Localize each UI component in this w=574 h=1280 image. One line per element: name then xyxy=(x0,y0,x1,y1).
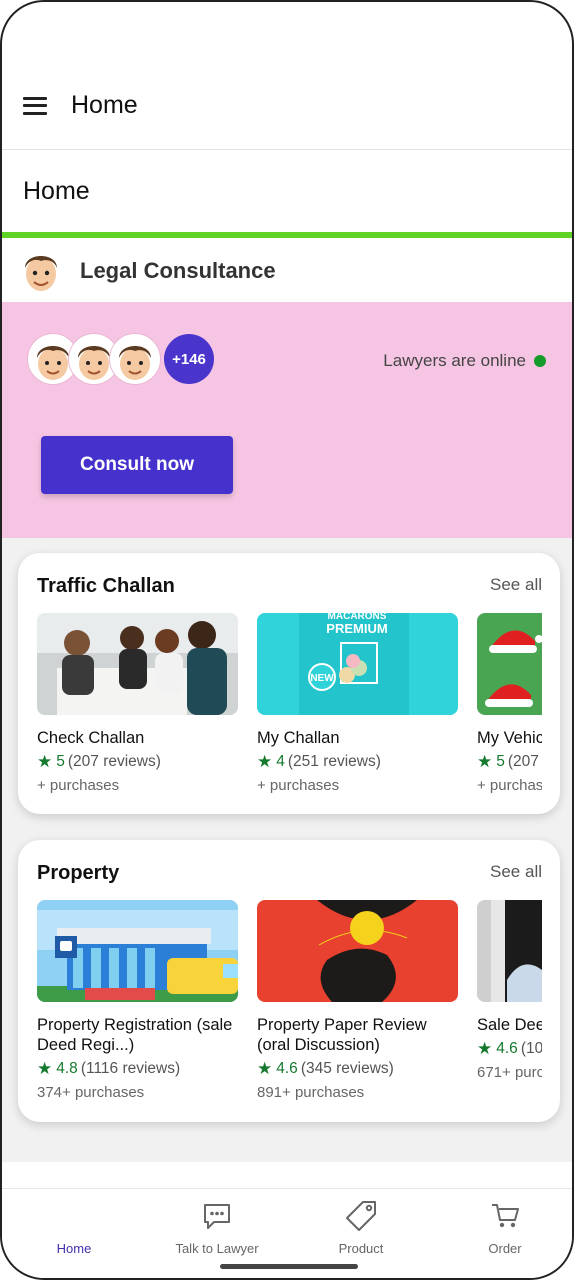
product-rating: ★5(207 reviews) xyxy=(37,752,161,771)
phone-frame: Home Home Legal Consultance +146 Lawyers… xyxy=(0,0,574,1280)
hamburger-menu-icon[interactable] xyxy=(23,96,47,115)
product-name: My Challan xyxy=(257,729,340,747)
section-title: Traffic Challan xyxy=(37,575,175,597)
page-heading: Home xyxy=(23,176,90,205)
product-purchases: 671+ purc xyxy=(477,1064,542,1081)
product-rating: ★5(207 reviews) xyxy=(477,752,542,771)
product-rating: ★ 4.6 (10 xyxy=(477,1039,542,1058)
product-purchases: + purchases xyxy=(477,777,542,794)
product-card[interactable]: NEW MACARONS PREMIUM My Challan ★ 4 (251 r… xyxy=(257,613,458,794)
product-thumbnail xyxy=(37,613,238,715)
product-card[interactable]: Property Paper Review (oral Discussion) … xyxy=(257,900,458,1100)
legal-consultance-label: Legal Consultance xyxy=(80,258,276,283)
star-icon: ★ xyxy=(257,1059,273,1078)
product-purchases: + purchases xyxy=(257,777,340,794)
product-name: Sale Deed xyxy=(477,1016,542,1034)
star-icon: ★ xyxy=(257,752,273,771)
nav-label: Product xyxy=(338,1241,384,1256)
product-rating: ★ 4 (251 reviews) xyxy=(257,752,381,771)
product-card[interactable]: Property Registration (sale Deed Regi...… xyxy=(37,900,238,1100)
cart-icon xyxy=(445,1199,565,1233)
product-card[interactable]: Sale Deed ★4.6(10 671+ purc xyxy=(477,900,542,1081)
nav-label: Home xyxy=(56,1241,92,1256)
star-icon: ★ xyxy=(37,1059,53,1078)
chat-icon xyxy=(157,1199,277,1233)
nav-talk-to-lawyer[interactable]: Talk to Lawyer xyxy=(157,1199,277,1256)
nav-product[interactable]: Product xyxy=(301,1199,421,1256)
nav-label: Order xyxy=(488,1241,522,1256)
nav-order[interactable]: Order xyxy=(445,1199,565,1256)
green-divider xyxy=(2,232,572,238)
tag-icon xyxy=(301,1199,421,1233)
see-all-link[interactable]: See all xyxy=(490,862,542,882)
consult-now-button[interactable]: Consult now xyxy=(41,436,233,494)
product-purchases: 891+ purchases xyxy=(257,1084,365,1100)
legal-consultance-row[interactable]: Legal Consultance xyxy=(2,240,572,302)
product-name: Property Registration (sale Deed Regi...… xyxy=(37,1016,233,1054)
lawyer-avatars: +146 xyxy=(28,334,214,384)
thumb-text-premium: PREMIUM xyxy=(326,621,387,636)
star-icon: ★ xyxy=(37,752,53,771)
product-carousel[interactable]: Check Challan ★ 5 (207 reviews) + purchase… xyxy=(37,613,542,813)
section-card-traffic-challan: Traffic Challan See all Check Challan ★ … xyxy=(18,553,560,814)
lawyer-count-badge: +146 xyxy=(164,334,214,384)
nav-label: Talk to Lawyer xyxy=(175,1241,259,1256)
section-card-property: Property See all Property Registration (… xyxy=(18,840,560,1122)
online-dot-icon xyxy=(534,355,546,367)
online-status: Lawyers are online xyxy=(383,351,546,371)
home-icon xyxy=(14,1199,134,1233)
product-card[interactable]: Check Challan ★ 5 (207 reviews) + purchase… xyxy=(37,613,238,794)
section-title: Property xyxy=(37,862,120,884)
product-purchases: 374+ purchases xyxy=(37,1084,145,1100)
product-name: Property Paper Review (oral Discussion) xyxy=(257,1016,427,1054)
product-thumbnail xyxy=(37,900,238,1002)
see-all-link[interactable]: See all xyxy=(490,575,542,595)
thumb-new-badge: NEW xyxy=(310,673,334,684)
product-thumbnail xyxy=(477,900,542,1002)
product-thumbnail xyxy=(257,900,458,1002)
star-icon: ★ xyxy=(477,752,493,771)
online-status-text: Lawyers are online xyxy=(383,351,526,370)
nav-home[interactable]: Home xyxy=(14,1199,134,1256)
product-carousel[interactable]: Property Registration (sale Deed Regi...… xyxy=(37,900,542,1100)
home-indicator[interactable] xyxy=(220,1264,358,1269)
star-icon: ★ xyxy=(477,1039,493,1058)
product-name: Check Challan xyxy=(37,729,145,747)
product-name: My Vehicle xyxy=(477,729,542,747)
product-thumbnail xyxy=(477,613,542,715)
consult-promo-banner: +146 Lawyers are online Consult now xyxy=(2,302,572,538)
product-rating: ★ 4.8 (1116 reviews) xyxy=(37,1059,181,1078)
lawyer-avatar xyxy=(110,334,160,384)
product-rating: ★ 4.6 (345 reviews) xyxy=(257,1059,394,1078)
product-purchases: + purchases xyxy=(37,777,120,794)
product-card[interactable]: My Vehicle ★5(207 reviews) + purchases xyxy=(477,613,542,794)
product-thumbnail: NEW MACARONS PREMIUM xyxy=(257,613,458,715)
app-bar-title: Home xyxy=(71,91,138,119)
app-bar: Home xyxy=(2,62,572,150)
lawyer-avatar-icon xyxy=(25,256,57,291)
